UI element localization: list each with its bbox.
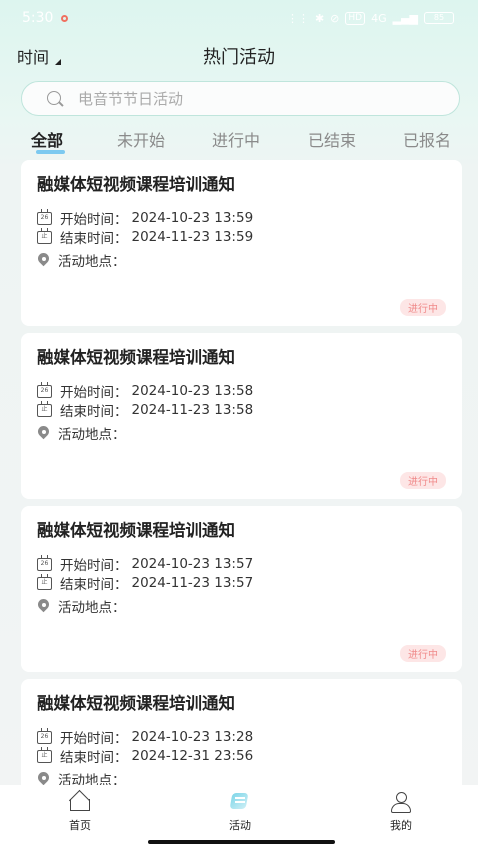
start-time-value: 2024-10-23 13:28 bbox=[131, 729, 254, 745]
status-badge: 进行中 bbox=[400, 299, 446, 316]
tab-not-started[interactable]: 未开始 bbox=[117, 127, 165, 151]
home-indicator bbox=[148, 840, 335, 844]
home-icon bbox=[67, 791, 93, 813]
event-card[interactable]: 融媒体短视频课程培训通知 26 开始时间： 2024-10-23 13:59 止… bbox=[21, 160, 462, 326]
event-card[interactable]: 融媒体短视频课程培训通知 26 开始时间： 2024-10-23 13:28 止… bbox=[21, 679, 462, 785]
nav-home[interactable]: 首页 bbox=[40, 791, 120, 833]
mute-icon: ⊘ bbox=[330, 11, 340, 25]
location-row: 活动地点： bbox=[37, 596, 130, 616]
location-pin-icon bbox=[37, 426, 50, 440]
end-time-row: 止 结束时间： 2024-11-23 13:59 bbox=[37, 227, 253, 247]
event-title: 融媒体短视频课程培训通知 bbox=[37, 175, 235, 194]
location-row: 活动地点： bbox=[37, 423, 130, 443]
start-time-value: 2024-10-23 13:58 bbox=[131, 383, 254, 399]
start-time-label: 开始时间： bbox=[60, 212, 128, 228]
nfc-icon: ⋮⋮ bbox=[286, 11, 309, 25]
end-time-value: 2024-11-23 13:58 bbox=[131, 402, 254, 418]
start-time-label: 开始时间： bbox=[60, 385, 128, 401]
nav-activity[interactable]: 活动 bbox=[200, 791, 280, 833]
search-input[interactable] bbox=[78, 89, 418, 108]
location-row: 活动地点： bbox=[37, 769, 130, 785]
start-time-value: 2024-10-23 13:57 bbox=[131, 556, 254, 572]
activity-icon bbox=[227, 791, 253, 813]
status-bar: 5:30 ⋮⋮ ✱ ⊘ HD 4G ▂▄▆ 85 bbox=[0, 0, 478, 36]
calendar-end-icon: 止 bbox=[37, 400, 52, 417]
nav-bar: 时间 热门活动 bbox=[0, 36, 478, 76]
status-tabs: 全部 未开始 进行中 已结束 已报名 bbox=[0, 123, 478, 159]
nav-profile-label: 我的 bbox=[390, 819, 412, 832]
location-row: 活动地点： bbox=[37, 250, 130, 270]
status-badge: 进行中 bbox=[400, 472, 446, 489]
end-time-row: 止 结束时间： 2024-12-31 23:56 bbox=[37, 746, 253, 766]
event-list: 融媒体短视频课程培训通知 26 开始时间： 2024-10-23 13:59 止… bbox=[21, 160, 462, 785]
event-title: 融媒体短视频课程培训通知 bbox=[37, 348, 235, 367]
status-time: 5:30 bbox=[22, 10, 54, 26]
event-title: 融媒体短视频课程培训通知 bbox=[37, 521, 235, 540]
tab-all[interactable]: 全部 bbox=[31, 127, 63, 151]
calendar-end-icon: 止 bbox=[37, 746, 52, 763]
end-time-label: 结束时间： bbox=[60, 231, 128, 247]
start-time-row: 26 开始时间： 2024-10-23 13:28 bbox=[37, 727, 253, 747]
end-time-label: 结束时间： bbox=[60, 404, 128, 420]
start-time-row: 26 开始时间： 2024-10-23 13:59 bbox=[37, 208, 253, 228]
active-tab-indicator bbox=[36, 150, 65, 154]
page-title: 热门活动 bbox=[203, 47, 275, 68]
nav-activity-label: 活动 bbox=[229, 819, 251, 832]
location-pin-icon bbox=[37, 772, 50, 785]
calendar-end-icon: 止 bbox=[37, 573, 52, 590]
end-time-label: 结束时间： bbox=[60, 750, 128, 766]
calendar-icon: 26 bbox=[37, 727, 52, 744]
event-card[interactable]: 融媒体短视频课程培训通知 26 开始时间： 2024-10-23 13:58 止… bbox=[21, 333, 462, 499]
end-time-value: 2024-11-23 13:59 bbox=[131, 229, 254, 245]
end-time-row: 止 结束时间： 2024-11-23 13:57 bbox=[37, 573, 253, 593]
nav-profile[interactable]: 我的 bbox=[361, 791, 441, 833]
battery-icon: 85 bbox=[424, 12, 454, 24]
location-label: 活动地点： bbox=[58, 427, 126, 443]
event-title: 融媒体短视频课程培训通知 bbox=[37, 694, 235, 713]
status-icons: ⋮⋮ ✱ ⊘ HD 4G ▂▄▆ 85 bbox=[286, 11, 454, 25]
nav-home-label: 首页 bbox=[69, 819, 91, 832]
search-bar[interactable] bbox=[21, 81, 460, 116]
profile-icon bbox=[388, 791, 414, 813]
location-label: 活动地点： bbox=[58, 254, 126, 270]
start-time-label: 开始时间： bbox=[60, 731, 128, 747]
calendar-icon: 26 bbox=[37, 208, 52, 225]
notification-dot-icon bbox=[61, 14, 69, 22]
status-badge: 进行中 bbox=[400, 645, 446, 662]
calendar-icon: 26 bbox=[37, 554, 52, 571]
tab-registered[interactable]: 已报名 bbox=[403, 127, 451, 151]
location-label: 活动地点： bbox=[58, 600, 126, 616]
end-time-row: 止 结束时间： 2024-11-23 13:58 bbox=[37, 400, 253, 420]
location-pin-icon bbox=[37, 253, 50, 267]
calendar-icon: 26 bbox=[37, 381, 52, 398]
bluetooth-icon: ✱ bbox=[314, 11, 325, 25]
start-time-row: 26 开始时间： 2024-10-23 13:57 bbox=[37, 554, 253, 574]
event-card[interactable]: 融媒体短视频课程培训通知 26 开始时间： 2024-10-23 13:57 止… bbox=[21, 506, 462, 672]
end-time-value: 2024-11-23 13:57 bbox=[131, 575, 254, 591]
signal-icon: 4G bbox=[371, 11, 387, 25]
hd-icon: HD bbox=[345, 11, 366, 25]
tab-in-progress[interactable]: 进行中 bbox=[212, 127, 260, 151]
tab-ended[interactable]: 已结束 bbox=[308, 127, 356, 151]
location-pin-icon bbox=[37, 599, 50, 613]
start-time-label: 开始时间： bbox=[60, 558, 128, 574]
location-label: 活动地点： bbox=[58, 773, 126, 785]
start-time-value: 2024-10-23 13:59 bbox=[131, 210, 254, 226]
signal-bars-icon: ▂▄▆ bbox=[392, 11, 418, 25]
end-time-label: 结束时间： bbox=[60, 577, 128, 593]
search-icon bbox=[46, 90, 64, 108]
start-time-row: 26 开始时间： 2024-10-23 13:58 bbox=[37, 381, 253, 401]
end-time-value: 2024-12-31 23:56 bbox=[131, 748, 254, 764]
calendar-end-icon: 止 bbox=[37, 227, 52, 244]
